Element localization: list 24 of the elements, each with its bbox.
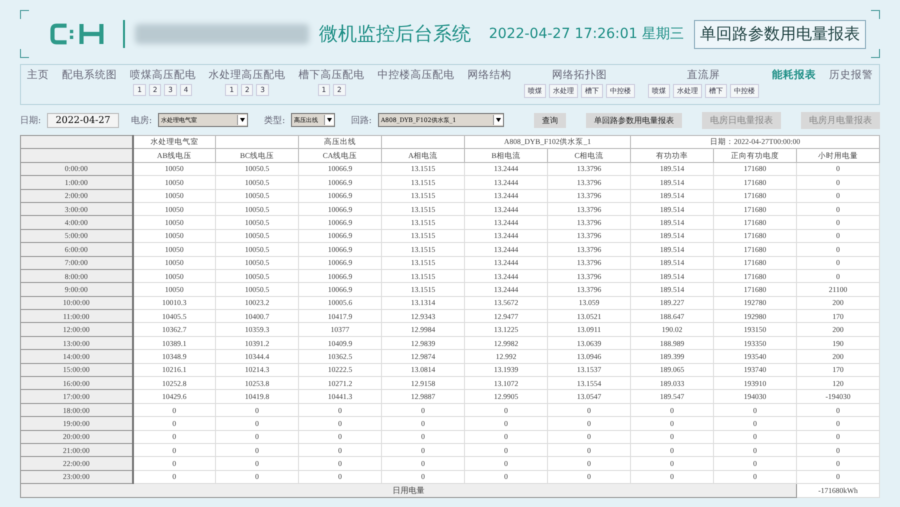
nav-item[interactable]: 主页 xyxy=(27,68,49,82)
toolbar-button[interactable]: 查询 xyxy=(534,112,566,128)
daily-usage-label: 日用电量 xyxy=(20,484,796,498)
system-title: 微机监控后台系统 xyxy=(318,22,471,47)
nav-item[interactable]: 中控楼高压配电 xyxy=(377,68,454,82)
caret-icon xyxy=(237,115,248,125)
report-title: 单回路参数用电量报表 xyxy=(694,20,866,48)
date-label: 日期: xyxy=(20,114,42,126)
toolbar-button[interactable]: 单回路参数用电量报表 xyxy=(586,112,682,128)
room-label: 电房: xyxy=(131,114,152,126)
caret-icon xyxy=(493,115,504,125)
nav-item[interactable]: 配电系统图 xyxy=(62,68,117,82)
date-time: 2022-04-27 17:26:01 星期三 xyxy=(488,25,684,43)
date-field[interactable]: 2022-04-27 xyxy=(47,112,120,128)
nav-item[interactable]: 喷煤高压配电 xyxy=(130,68,196,82)
type-label: 类型: xyxy=(264,114,286,126)
nav-item[interactable]: 网络结构 xyxy=(467,68,512,82)
circuit-label: 回路: xyxy=(350,114,372,126)
nav-item[interactable]: 历史报警 xyxy=(828,68,873,82)
nav-item[interactable]: 水处理高压配电 xyxy=(208,68,286,82)
nav-item[interactable]: 槽下高压配电 xyxy=(298,68,365,82)
nav-item[interactable]: 网络拓扑图 xyxy=(552,68,608,82)
nav-item[interactable]: 直流屏 xyxy=(687,68,720,82)
caret-icon xyxy=(324,115,334,125)
